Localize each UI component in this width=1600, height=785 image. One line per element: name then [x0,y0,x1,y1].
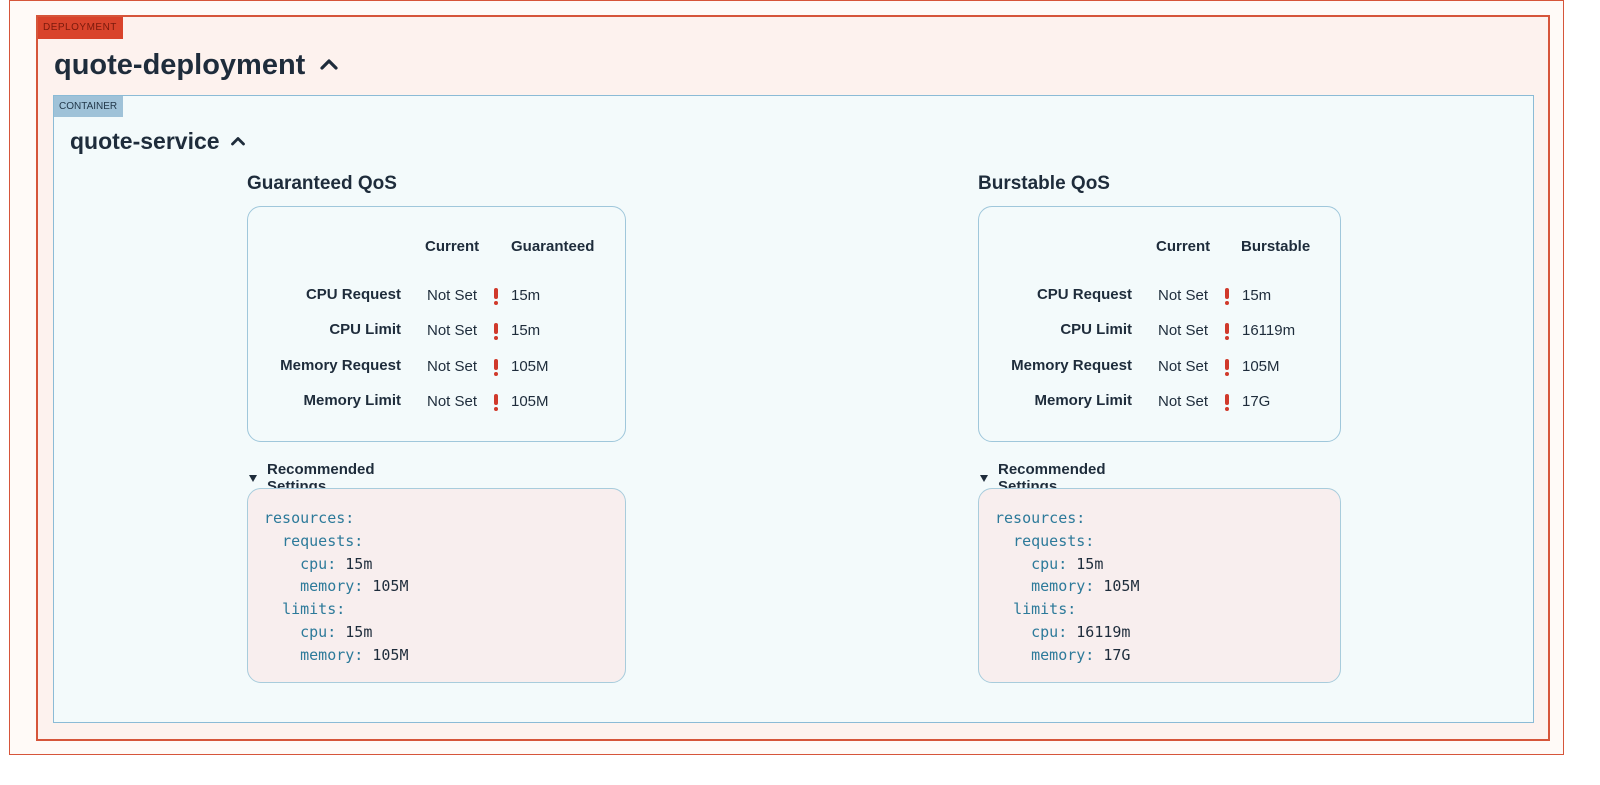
yaml-key: memory: [300,645,364,664]
target-value: 105M [511,393,549,410]
table-row: CPU Request [979,286,1132,306]
table-row: CPU Request [248,286,401,306]
disclosure-triangle-icon [249,474,257,482]
chevron-up-icon[interactable] [230,133,246,149]
container-header[interactable]: quote-service [70,126,246,156]
yaml-key: memory: [1031,645,1095,664]
current-value: Not Set [427,393,478,410]
target-value: 16119m [1242,322,1296,339]
qos-table-card: Current Burstable CPU Request Not Set 15… [978,206,1341,442]
burstable-qos-section: Burstable QoS Current Burstable CPU Requ… [978,172,1341,683]
deployment-header[interactable]: quote-deployment [54,45,339,85]
table-row: Memory Limit [248,392,401,412]
current-value: Not Set [1158,287,1209,304]
yaml-key: cpu: [300,622,337,641]
exclamation-icon [1222,321,1232,341]
yaml-value: 17G [1103,645,1131,664]
container-panel: CONTAINER quote-service Guaranteed QoS C… [53,95,1534,723]
yaml-key: resources: [995,509,1086,527]
container-tag: CONTAINER [54,96,124,117]
target-value: 105M [1242,358,1280,375]
col-header-burstable: Burstable [1241,238,1311,255]
current-value: Not Set [1158,358,1209,375]
yaml-key: memory: [1031,577,1095,596]
page-frame: DEPLOYMENT quote-deployment CONTAINER qu… [9,0,1564,755]
disclosure-triangle-icon [980,474,988,482]
exclamation-icon [1222,357,1232,377]
qos-table-card: Current Guaranteed CPU Request Not Set 1… [247,206,626,442]
col-header-guaranteed: Guaranteed [511,238,595,255]
table-row: CPU Limit [248,321,401,341]
yaml-value: 105M [372,577,409,596]
row-label: CPU Request [305,286,401,303]
exclamation-icon [1222,392,1232,412]
yaml-value: 15m [345,554,373,573]
yaml-value: 105M [1103,577,1140,596]
row-label: Memory Limit [1034,392,1132,409]
current-value: Not Set [1158,322,1209,339]
exclamation-icon [491,357,501,377]
current-value: Not Set [427,358,478,375]
deployment-name: quote-deployment [54,49,306,81]
table-row: Memory Request [979,357,1132,377]
row-label: Memory Request [280,357,401,374]
target-value: 15m [1242,287,1272,304]
yaml-key: cpu: [300,554,337,573]
table-row: Memory Limit [979,392,1132,412]
current-value: Not Set [427,322,478,339]
yaml-key: limits: [1013,600,1077,619]
target-value: 105M [511,358,549,375]
row-label: Memory Limit [303,392,401,409]
table-row: Memory Request [248,357,401,377]
yaml-value: 15m [1076,554,1104,573]
row-label: CPU Limit [329,321,401,338]
deployment-panel: DEPLOYMENT quote-deployment CONTAINER qu… [36,15,1550,741]
yaml-code-block: resources: requests: cpu: 15m memory: 10… [247,488,626,683]
exclamation-icon [491,286,501,306]
exclamation-icon [1222,286,1232,306]
qos-title: Burstable QoS [978,173,1110,194]
yaml-key: requests: [1013,531,1095,550]
yaml-key: cpu: [1031,554,1068,573]
target-value: 15m [511,287,541,304]
col-header-current: Current [425,238,480,255]
yaml-key: memory: [300,577,364,596]
exclamation-icon [491,321,501,341]
yaml-key: requests: [282,531,364,550]
yaml-value: 16119m [1076,622,1131,641]
row-label: CPU Request [1036,286,1132,303]
table-row: CPU Limit [979,321,1132,341]
yaml-key: cpu: [1031,622,1068,641]
exclamation-icon [491,392,501,412]
current-value: Not Set [427,287,478,304]
yaml-key: limits: [282,600,346,619]
container-name: quote-service [70,128,220,154]
yaml-key: resources: [264,509,355,527]
deployment-tag: DEPLOYMENT [38,17,123,39]
yaml-value: 105M [372,645,409,664]
row-label: Memory Request [1011,357,1132,374]
current-value: Not Set [1158,393,1209,410]
target-value: 17G [1242,393,1271,410]
target-value: 15m [511,322,541,339]
guaranteed-qos-section: Guaranteed QoS Current Guaranteed CPU Re… [247,172,626,683]
chevron-up-icon[interactable] [319,55,339,75]
row-label: CPU Limit [1060,321,1132,338]
col-header-current: Current [1156,238,1211,255]
yaml-code-block: resources: requests: cpu: 15m memory: 10… [978,488,1341,683]
qos-title: Guaranteed QoS [247,173,397,194]
yaml-value: 15m [345,622,373,641]
